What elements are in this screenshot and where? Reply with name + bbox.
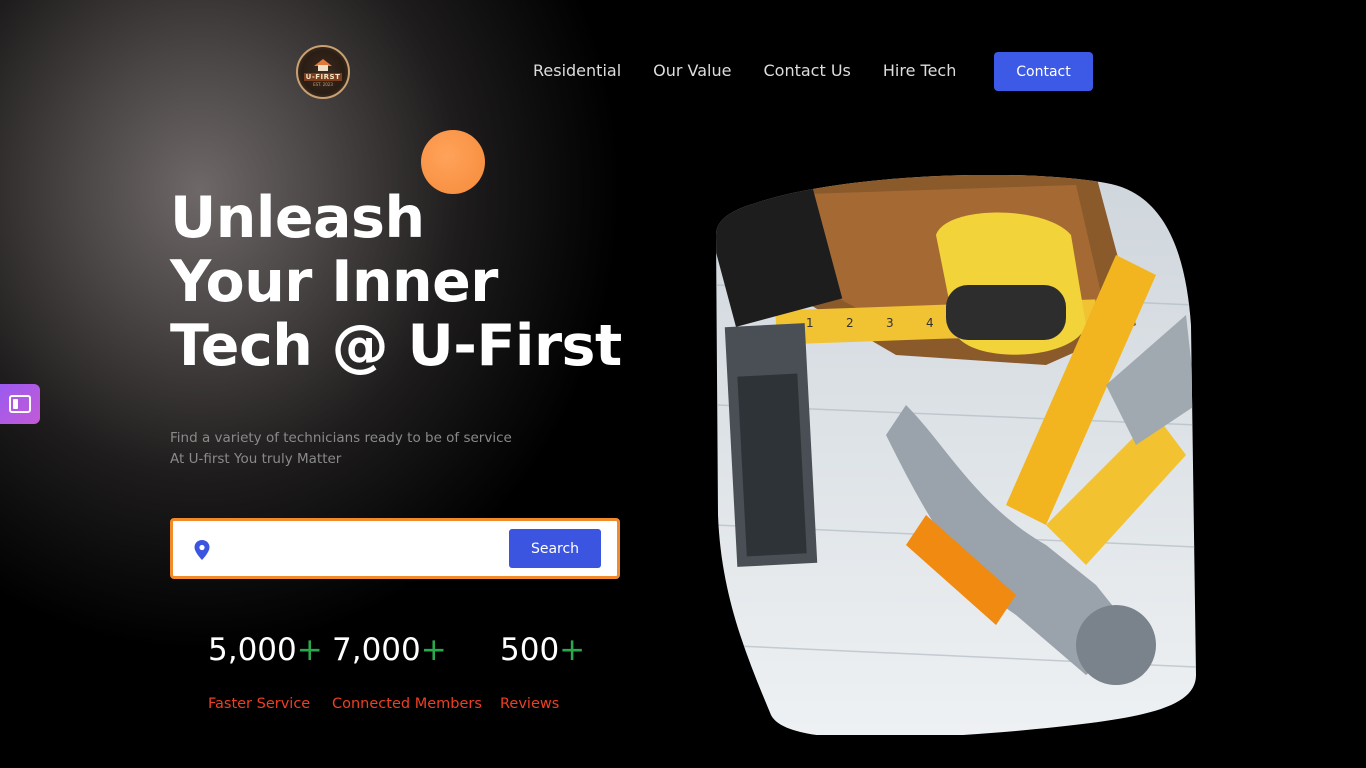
stat-number: 5,000 [208,632,297,668]
stat-faster-service: 5,000+ Faster Service [208,630,323,712]
contact-button[interactable]: Contact [994,52,1093,91]
hero-title-line-3: Tech @ U-First [170,313,622,379]
hero-title-line-1: Unleash [170,185,425,251]
stat-label: Reviews [500,696,560,712]
decorative-orange-circle [421,130,485,194]
stat-number: 7,000 [332,632,421,668]
search-input[interactable] [223,533,503,565]
stat-value: 7,000+ [332,630,447,670]
stat-plus: + [420,632,447,668]
stat-label: Connected Members [332,696,482,712]
hero-subtitle-line-2: At U-first You truly Matter [170,451,342,467]
main-nav: Residential Our Value Contact Us Hire Te… [533,60,956,82]
stat-reviews: 500+ Reviews [500,630,585,712]
search-button[interactable]: Search [509,529,601,568]
hero-tools-image: 12345 [716,175,1196,735]
stat-number: 500 [500,632,560,668]
nav-item-our-value[interactable]: Our Value [653,60,731,82]
stat-plus: + [296,632,323,668]
location-pin-icon [194,540,210,560]
hero-title: Unleash Your Inner Tech @ U-First [170,186,650,378]
svg-text:3: 3 [886,316,894,330]
hero-subtitle-line-1: Find a variety of technicians ready to b… [170,430,512,446]
sidebar-panel-icon [9,395,31,413]
stat-value: 5,000+ [208,630,323,670]
stat-value: 500+ [500,630,585,670]
search-bar: Search [170,518,620,579]
stat-label: Faster Service [208,696,311,712]
side-panel-toggle[interactable] [0,384,40,424]
house-icon [314,59,332,71]
nav-item-contact-us[interactable]: Contact Us [763,60,850,82]
svg-text:2: 2 [846,316,854,330]
nav-item-hire-tech[interactable]: Hire Tech [883,60,956,82]
nav-item-residential[interactable]: Residential [533,60,621,82]
logo-text: U-FIRST [303,73,343,81]
stat-plus: + [559,632,586,668]
logo-est: EST. 2023 [313,82,333,87]
svg-text:1: 1 [806,316,814,330]
svg-text:4: 4 [926,316,934,330]
brand-logo[interactable]: U-FIRST EST. 2023 [296,45,350,99]
stat-connected-members: 7,000+ Connected Members [332,630,482,712]
hero-subtitle: Find a variety of technicians ready to b… [170,428,512,470]
hero-title-line-2: Your Inner [170,249,498,315]
